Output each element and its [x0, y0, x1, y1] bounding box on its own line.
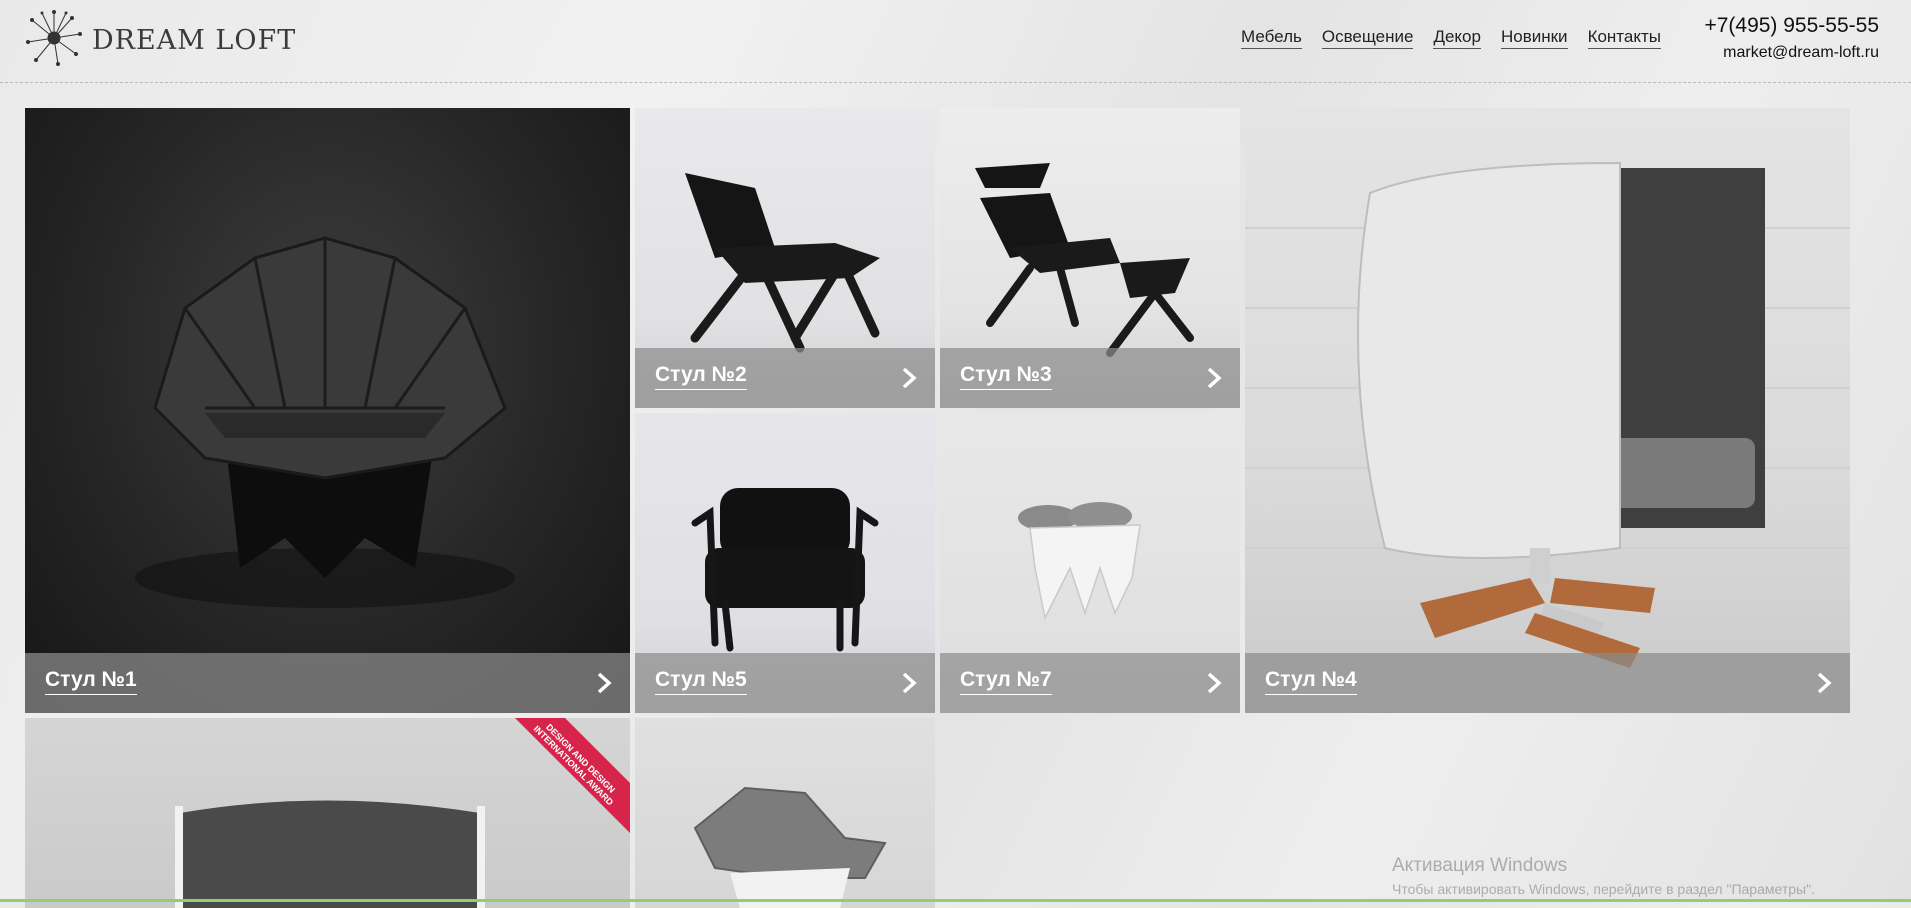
phone-number[interactable]: +7(495) 955-55-55	[1704, 14, 1879, 38]
chevron-right-icon[interactable]	[1206, 671, 1222, 695]
product-label[interactable]: Стул №4	[1265, 668, 1357, 695]
nav-item-furniture[interactable]: Мебель	[1241, 27, 1302, 49]
award-chair-image	[175, 718, 630, 908]
chair-1-image	[135, 236, 515, 608]
main-nav: Мебель Освещение Декор Новинки Контакты	[1241, 27, 1661, 49]
logo[interactable]: DREAM LOFT	[24, 8, 296, 68]
dandelion-logo-icon	[26, 10, 82, 66]
product-tile-chair-7[interactable]: Стул №7	[940, 413, 1240, 713]
site-header: DREAM LOFT Мебель Освещение Декор Новинк…	[0, 0, 1911, 83]
nav-item-new[interactable]: Новинки	[1500, 27, 1568, 49]
product-tile-chair-5[interactable]: Стул №5	[635, 413, 935, 713]
product-label[interactable]: Стул №2	[655, 363, 747, 390]
nav-item-decor[interactable]: Декор	[1433, 27, 1481, 49]
chair-4-image	[1245, 161, 1850, 668]
windows-activation-watermark: Активация Windows Чтобы активировать Win…	[1392, 855, 1815, 897]
product-tile-chair-3[interactable]: Стул №3	[940, 108, 1240, 408]
tile-caption-bar: Стул №1	[25, 653, 630, 713]
tile-caption-bar: Стул №7	[940, 653, 1240, 713]
product-label[interactable]: Стул №3	[960, 363, 1052, 390]
chevron-right-icon[interactable]	[1816, 671, 1832, 695]
chevron-right-icon[interactable]	[901, 671, 917, 695]
chevron-right-icon[interactable]	[1206, 366, 1222, 390]
product-tile-chair-1[interactable]: Стул №1	[25, 108, 630, 713]
email-address[interactable]: market@dream-loft.ru	[1704, 44, 1879, 62]
nav-item-contacts[interactable]: Контакты	[1587, 27, 1661, 49]
nav-item-lighting[interactable]: Освещение	[1321, 27, 1414, 49]
chevron-right-icon[interactable]	[901, 366, 917, 390]
logo-text: DREAM LOFT	[92, 24, 297, 56]
tile-caption-bar: Стул №2	[635, 348, 935, 408]
product-label[interactable]: Стул №7	[960, 668, 1052, 695]
tile-caption-bar: Стул №4	[1245, 653, 1850, 713]
product-tile-grey-chair[interactable]	[635, 718, 935, 908]
grey-chair-image	[693, 786, 887, 908]
tile-caption-bar: Стул №3	[940, 348, 1240, 408]
product-label[interactable]: Стул №5	[655, 668, 747, 695]
product-tile-chair-4[interactable]: Стул №4	[1245, 108, 1850, 713]
product-label[interactable]: Стул №1	[45, 668, 137, 695]
product-tile-award-chair[interactable]: DESIGN AND DESIGN INTERNATIONAL AWARD	[25, 718, 630, 908]
chevron-right-icon[interactable]	[596, 671, 612, 695]
tile-caption-bar: Стул №5	[635, 653, 935, 713]
product-tile-chair-2[interactable]: Стул №2	[635, 108, 935, 408]
header-contacts: +7(495) 955-55-55 market@dream-loft.ru	[1704, 14, 1879, 62]
watermark-title: Активация Windows	[1392, 855, 1568, 876]
watermark-subtitle: Чтобы активировать Windows, перейдите в …	[1392, 881, 1815, 897]
